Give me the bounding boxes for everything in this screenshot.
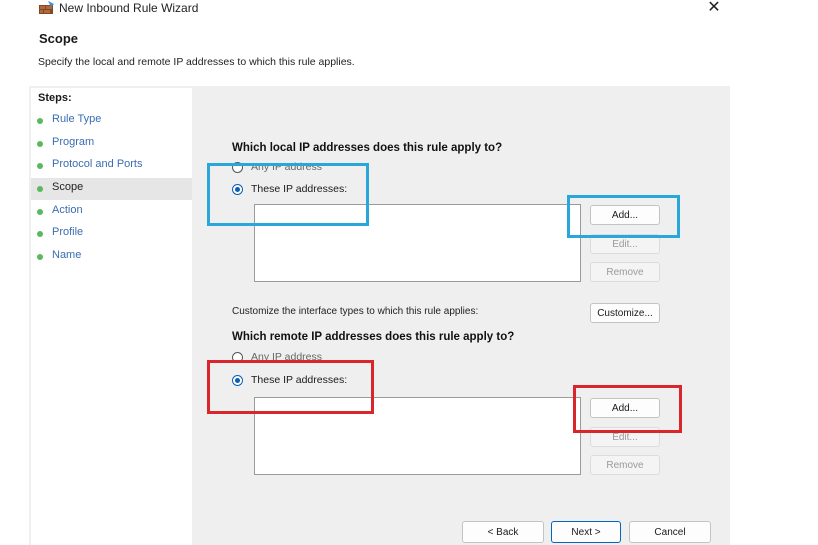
close-icon[interactable]: ✕ <box>704 0 724 17</box>
green-dot-icon <box>37 254 43 260</box>
step-label: Protocol and Ports <box>52 158 143 170</box>
customize-button[interactable]: Customize... <box>590 303 660 323</box>
step-action[interactable]: Action <box>31 201 192 223</box>
back-button[interactable]: < Back <box>462 521 544 543</box>
step-label: Name <box>52 249 82 261</box>
radio-button[interactable] <box>232 162 243 173</box>
step-profile[interactable]: Profile <box>31 223 192 245</box>
radio-label: Any IP address <box>251 351 323 363</box>
radio-button-selected[interactable] <box>232 375 243 386</box>
green-dot-icon <box>37 118 43 124</box>
remote-ip-list[interactable] <box>254 397 581 475</box>
step-name[interactable]: Name <box>31 246 192 268</box>
radio-button[interactable] <box>232 352 243 363</box>
title-bar: New Inbound Rule Wizard ✕ <box>29 0 730 18</box>
local-edit-button[interactable]: Edit... <box>590 234 660 254</box>
step-protocol-and-ports[interactable]: Protocol and Ports <box>31 155 192 177</box>
green-dot-icon <box>37 141 43 147</box>
step-label: Scope <box>52 181 84 193</box>
step-label: Action <box>52 204 83 216</box>
green-dot-icon <box>37 209 43 215</box>
green-dot-icon <box>37 186 43 192</box>
wizard-window: New Inbound Rule Wizard ✕ Scope Specify … <box>29 0 730 545</box>
cancel-button[interactable]: Cancel <box>629 521 711 543</box>
step-scope[interactable]: Scope <box>31 178 192 200</box>
local-ip-list[interactable] <box>254 204 581 282</box>
local-remove-button[interactable]: Remove <box>590 262 660 282</box>
next-button[interactable]: Next > <box>551 521 621 543</box>
local-ip-question: Which local IP addresses does this rule … <box>232 142 503 154</box>
step-label: Program <box>52 136 95 148</box>
firewall-wizard-icon <box>39 1 54 14</box>
page-title: Scope <box>39 31 79 46</box>
remote-edit-button[interactable]: Edit... <box>590 427 660 447</box>
green-dot-icon <box>37 231 43 237</box>
step-label: Rule Type <box>52 113 102 125</box>
local-add-button[interactable]: Add... <box>590 205 660 225</box>
radio-label: These IP addresses: <box>251 183 348 195</box>
remote-ip-question: Which remote IP addresses does this rule… <box>232 331 515 343</box>
remote-remove-button[interactable]: Remove <box>590 455 660 475</box>
page-header: Scope Specify the local and remote IP ad… <box>29 18 730 84</box>
steps-panel: Steps: Rule Type Program Protocol and Po… <box>31 88 192 545</box>
window-title: New Inbound Rule Wizard <box>59 1 199 15</box>
radio-label: Any IP address <box>251 161 323 173</box>
page-description: Specify the local and remote IP addresse… <box>38 56 355 68</box>
step-rule-type[interactable]: Rule Type <box>31 110 192 132</box>
radio-label: These IP addresses: <box>251 374 348 386</box>
radio-button-selected[interactable] <box>232 184 243 195</box>
customize-text: Customize the interface types to which t… <box>232 306 479 317</box>
step-label: Profile <box>52 226 84 238</box>
steps-title: Steps: <box>38 92 72 104</box>
step-program[interactable]: Program <box>31 133 192 155</box>
green-dot-icon <box>37 163 43 169</box>
remote-add-button[interactable]: Add... <box>590 398 660 418</box>
